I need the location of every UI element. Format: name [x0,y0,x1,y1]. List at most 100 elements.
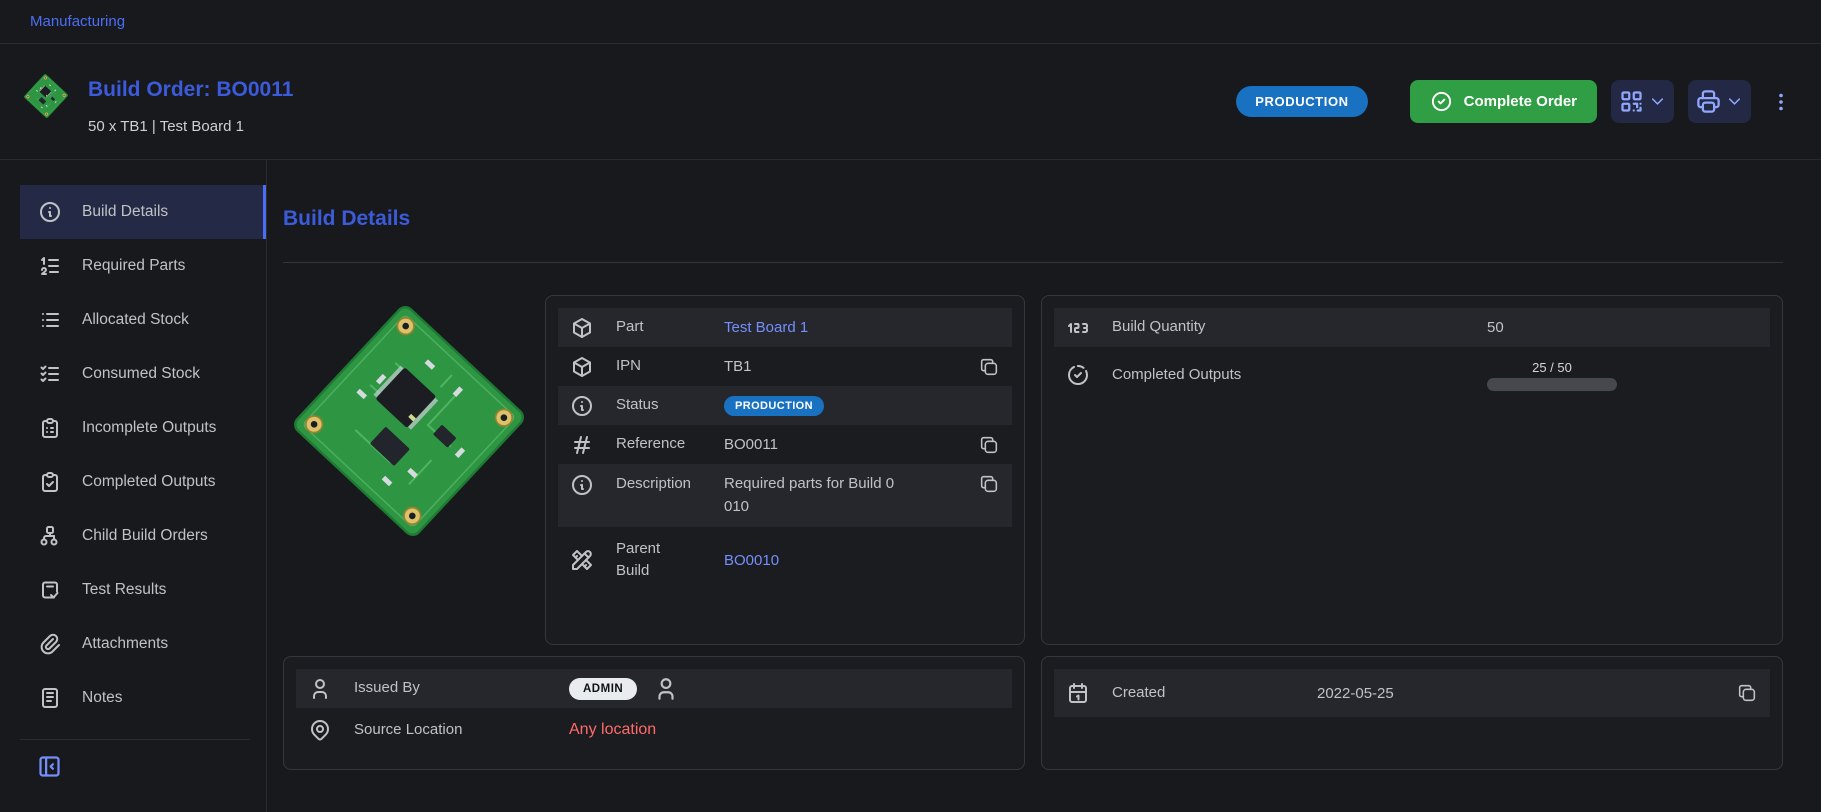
paperclip-icon [38,632,62,656]
detail-label: Created [1112,682,1317,705]
sidebar-item-allocated-stock[interactable]: Allocated Stock [20,293,266,347]
complete-order-label: Complete Order [1464,93,1577,110]
list-check-icon [38,362,62,386]
build-quantity-card: Build Quantity 50 Completed Outputs 25 /… [1041,295,1783,645]
sidebar-item-test-results[interactable]: Test Results [20,563,266,617]
copy-button[interactable] [1736,682,1758,704]
detail-label: IPN [616,355,724,378]
sidebar-item-incomplete-outputs[interactable]: Incomplete Outputs [20,401,266,455]
breadcrumb: Manufacturing [0,0,1821,44]
progress: 25 / 50 [1487,360,1617,391]
barcode-actions-button[interactable] [1611,80,1674,123]
issue-card: Issued By ADMIN Source Location Any loca… [283,656,1025,770]
sidebar-item-build-details[interactable]: Build Details [20,185,266,239]
tools-icon [570,548,594,572]
sidebar-item-label: Child Build Orders [82,527,208,545]
sidebar-item-label: Required Parts [82,257,185,275]
detail-row-part: Part Test Board 1 [558,308,1012,347]
progress-label: 25 / 50 [1532,360,1572,375]
sidebar-item-attachments[interactable]: Attachments [20,617,266,671]
copy-icon [978,434,1000,456]
chevron-down-icon [1725,92,1744,111]
notes-icon [38,686,62,710]
part-thumbnail-image [22,72,70,120]
detail-row-parent-build: Parent Build BO0010 [558,527,1012,593]
sidebar-collapse-button[interactable] [36,753,66,780]
clipboard-list-icon [38,416,62,440]
status-badge: PRODUCTION [1236,86,1367,117]
map-pin-icon [308,718,332,742]
detail-label: Status [616,394,724,417]
sidebar-item-label: Attachments [82,635,168,653]
detail-label: Source Location [354,719,569,742]
sidebar-item-label: Incomplete Outputs [82,419,216,437]
sidebar-item-label: Notes [82,689,123,707]
part-image[interactable] [283,295,535,645]
page-header: Build Order: BO0011 50 x TB1 | Test Boar… [0,44,1821,160]
list-icon [38,308,62,332]
detail-row-status: Status PRODUCTION [558,386,1012,425]
details-left-group: Part Test Board 1 IPN TB1 Status [283,295,1025,645]
sidebar-item-label: Completed Outputs [82,473,216,491]
info-circle-icon [570,394,594,418]
detail-row-completed-outputs: Completed Outputs 25 / 50 [1054,347,1770,403]
details-grid: Part Test Board 1 IPN TB1 Status [283,295,1783,770]
sidebar-collapse-icon [36,753,63,780]
complete-order-button[interactable]: Complete Order [1410,80,1597,123]
part-image-graphic [283,295,535,547]
copy-icon [978,356,1000,378]
main-panel: Build Details Part Test Board 1 IPN [267,160,1821,812]
detail-row-created: Created 2022-05-25 [1054,669,1770,717]
detail-row-reference: Reference BO0011 [558,425,1012,464]
copy-icon [978,473,1000,495]
box-icon [570,316,594,340]
hash-icon [570,433,594,457]
copy-button[interactable] [978,434,1000,456]
sitemap-icon [38,524,62,548]
issued-by-value: ADMIN [569,676,1000,702]
panel-heading: Build Details [283,206,1783,232]
sidebar-item-child-build-orders[interactable]: Child Build Orders [20,509,266,563]
sidebar-item-notes[interactable]: Notes [20,671,266,725]
detail-label: Completed Outputs [1112,364,1487,387]
page-subtitle: 50 x TB1 | Test Board 1 [88,118,293,135]
breadcrumb-link-manufacturing[interactable]: Manufacturing [30,13,125,30]
ipn-value: TB1 [724,358,970,375]
sidebar-item-label: Allocated Stock [82,311,189,329]
build-quantity-value: 50 [1487,319,1758,336]
print-actions-button[interactable] [1688,80,1751,123]
detail-label: Parent Build [616,538,682,583]
dots-vertical-icon [1769,90,1793,114]
detail-row-ipn: IPN TB1 [558,347,1012,386]
progress-bar [1487,378,1617,391]
box-icon [570,355,594,379]
created-value: 2022-05-25 [1317,685,1728,702]
detail-row-source-location: Source Location Any location [296,708,1012,752]
sidebar: Build Details Required Parts Allocated S… [0,160,267,812]
circle-check-icon [1430,90,1453,113]
created-card: Created 2022-05-25 [1041,656,1783,770]
chevron-down-icon [1648,92,1667,111]
detail-label: Part [616,316,724,339]
detail-row-issued-by: Issued By ADMIN [296,669,1012,708]
user-badge: ADMIN [569,678,637,700]
sidebar-item-label: Build Details [82,203,168,221]
sidebar-item-completed-outputs[interactable]: Completed Outputs [20,455,266,509]
user-icon [308,677,332,701]
sidebar-item-required-parts[interactable]: Required Parts [20,239,266,293]
detail-label: Description [616,473,724,496]
part-link[interactable]: Test Board 1 [724,319,1000,336]
more-actions-button[interactable] [1767,86,1795,118]
copy-button[interactable] [978,473,1000,495]
numbers-123-icon [1066,316,1090,340]
build-details-card: Part Test Board 1 IPN TB1 Status [545,295,1025,645]
sidebar-item-consumed-stock[interactable]: Consumed Stock [20,347,266,401]
parent-build-link[interactable]: BO0010 [724,552,1000,569]
progress-check-icon [1066,363,1090,387]
list-numbers-icon [38,254,62,278]
user-icon [653,676,679,702]
reference-value: BO0011 [724,436,970,453]
sidebar-item-label: Consumed Stock [82,365,200,383]
source-location-value[interactable]: Any location [569,721,1000,739]
copy-button[interactable] [978,356,1000,378]
